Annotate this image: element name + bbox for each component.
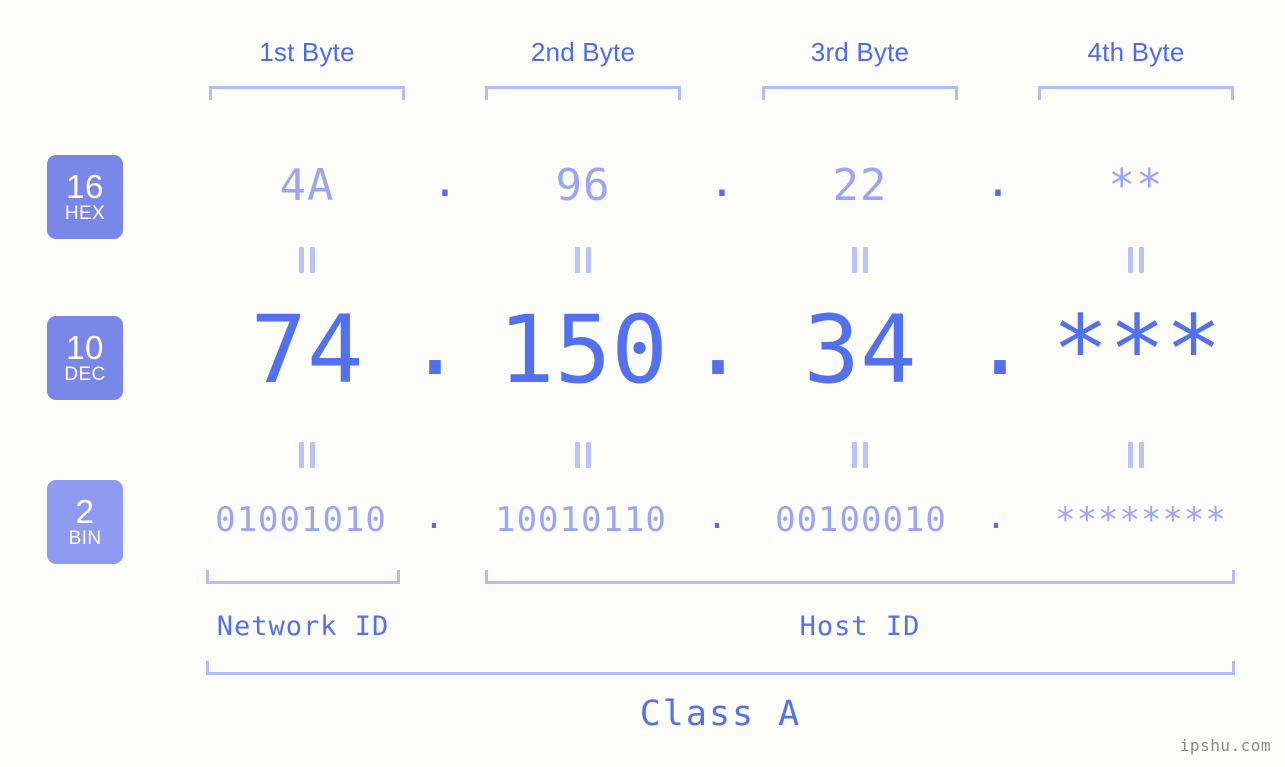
base-badge-hex-number: 16 [66,167,104,205]
bin-byte-2: 10010110 [495,500,667,540]
base-badge-bin-number: 2 [75,492,95,530]
dec-separator-3: . [971,288,1029,397]
bin-separator-3: . [985,497,1007,537]
hex-separator-3: . [984,156,1012,207]
class-label: Class A [639,694,802,734]
byte-header-2: 2nd Byte [530,37,636,67]
bin-separator-2: . [706,497,728,537]
dec-separator-2: . [689,288,747,397]
base-badge-dec-label: DEC [64,363,106,385]
dec-byte-1: 74 [250,296,364,405]
base-badge-hex: 16 HEX [47,155,123,239]
equality-connector-dec-bin-3 [847,442,873,468]
equality-connector-hex-dec-1 [294,247,320,273]
host-id-label: Host ID [799,611,921,642]
ip-byte-diagram: 1st Byte 2nd Byte 3rd Byte 4th Byte 16 H… [0,0,1285,767]
bin-byte-1: 01001010 [215,500,387,540]
base-badge-dec: 10 DEC [47,316,123,400]
network-id-bracket [206,570,400,584]
byte-header-1: 1st Byte [259,37,355,67]
byte-bracket-1 [209,86,405,100]
dec-byte-3: 34 [803,296,917,405]
network-id-label: Network ID [216,611,390,642]
hex-byte-1: 4A [279,160,335,211]
hex-byte-4: ** [1108,160,1164,211]
class-bracket [206,661,1235,675]
bin-byte-3: 00100010 [775,500,947,540]
dec-byte-4: *** [1052,296,1222,405]
bin-byte-4: ******** [1055,500,1227,540]
site-watermark: ipshu.com [1179,736,1271,755]
bin-separator-1: . [423,497,445,537]
byte-header-4: 4th Byte [1087,37,1185,67]
hex-separator-1: . [431,156,459,207]
dec-byte-2: 150 [498,296,668,405]
equality-connector-dec-bin-2 [570,442,596,468]
byte-bracket-2 [485,86,681,100]
hex-byte-2: 96 [555,160,611,211]
base-badge-dec-number: 10 [66,328,104,366]
byte-bracket-3 [762,86,958,100]
hex-separator-2: . [708,156,736,207]
equality-connector-hex-dec-3 [847,247,873,273]
equality-connector-hex-dec-2 [570,247,596,273]
byte-bracket-4 [1038,86,1234,100]
hex-byte-3: 22 [832,160,888,211]
base-badge-hex-label: HEX [64,202,106,224]
base-badge-bin: 2 BIN [47,480,123,564]
equality-connector-dec-bin-1 [294,442,320,468]
equality-connector-dec-bin-4 [1123,442,1149,468]
host-id-bracket [485,570,1235,584]
byte-header-3: 3rd Byte [810,37,910,67]
equality-connector-hex-dec-4 [1123,247,1149,273]
base-badge-bin-label: BIN [68,527,102,549]
